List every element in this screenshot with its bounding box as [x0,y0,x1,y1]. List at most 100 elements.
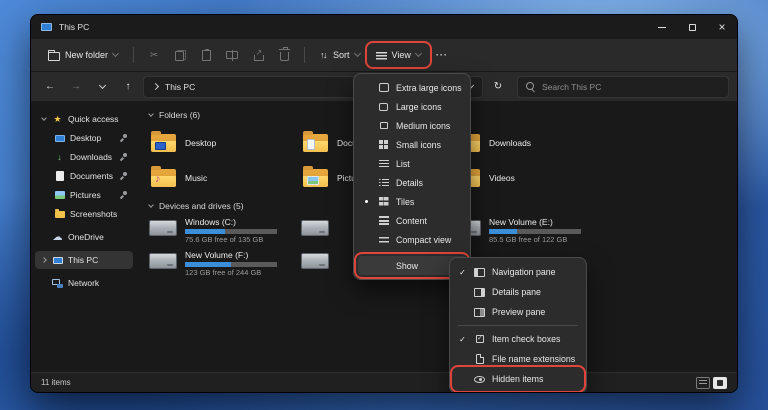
minimize-icon [658,27,666,28]
content-view-icon [379,216,389,225]
up-button[interactable] [117,76,139,98]
folder-tile-videos[interactable]: Videos [451,160,603,195]
folder-tile-desktop[interactable]: Desktop [147,125,299,160]
refresh-button[interactable] [487,76,509,98]
sort-icon [320,50,328,60]
cloud-icon [52,232,63,243]
document-icon [56,171,64,181]
sidebar-item-label: Desktop [70,133,101,143]
sidebar-item-documents[interactable]: Documents [35,167,133,185]
delete-button[interactable] [272,43,296,67]
new-folder-icon [48,52,60,61]
toolbar-divider [304,47,305,63]
sort-button[interactable]: Sort [313,45,367,65]
search-icon [526,82,536,92]
recent-locations-button[interactable] [91,76,113,98]
drive-usage-bar [489,229,581,234]
menu-item-details[interactable]: Details [358,173,466,192]
sidebar-item-pictures[interactable]: Pictures [35,186,133,204]
breadcrumb[interactable]: This PC [165,82,195,92]
sidebar-item-screenshots[interactable]: Screenshots [35,205,133,223]
more-options-button[interactable] [430,43,454,67]
copy-button[interactable] [168,43,192,67]
menu-item-large-icons[interactable]: Large icons [358,97,466,116]
menu-item-compact-view[interactable]: Compact view [358,230,466,249]
search-input[interactable] [542,82,720,92]
sidebar-item-label: Pictures [70,190,101,200]
folder-name: Desktop [185,138,216,148]
chevron-down-icon [415,50,422,57]
minimize-button[interactable] [647,15,677,39]
sort-label: Sort [333,50,350,60]
sidebar-item-quick-access[interactable]: Quick access [35,110,133,128]
medium-icons-icon [380,122,388,129]
sidebar-item-onedrive[interactable]: OneDrive [35,228,133,246]
sidebar-item-label: Network [68,278,99,288]
selected-bullet-icon [365,200,368,203]
maximize-button[interactable] [677,15,707,39]
folder-tile-downloads[interactable]: Downloads [451,125,603,160]
sidebar-item-desktop[interactable]: Desktop [35,129,133,147]
chevron-right-icon [152,83,159,90]
details-view-icon [379,178,389,187]
checkmark: ✓ [458,268,467,277]
folder-name: Downloads [489,138,531,148]
pin-icon [120,153,128,161]
drive-usage-bar [185,262,277,267]
toolbar-divider [133,47,134,63]
folder-icon [55,211,65,218]
thumbnail-view-toggle[interactable] [713,377,727,389]
star-icon [52,114,63,125]
sidebar-item-network[interactable]: Network [35,274,133,292]
details-pane-icon [474,288,485,297]
large-icons-icon [379,103,388,111]
copy-icon [175,50,186,61]
drive-tile-new-volume-f[interactable]: New Volume (F:) 123 GB free of 244 GB [147,249,299,282]
sidebar-item-label: Quick access [68,114,119,124]
drive-name: Windows (C:) [185,217,277,227]
view-label: View [392,50,411,60]
forward-button[interactable] [65,76,87,98]
menu-item-medium-icons[interactable]: Medium icons [358,116,466,135]
menu-item-tiles[interactable]: Tiles [358,192,466,211]
eye-icon [474,376,485,383]
back-button[interactable] [39,76,61,98]
cut-button[interactable] [142,43,166,67]
share-button[interactable] [246,43,270,67]
navigation-pane-icon [474,268,485,277]
details-view-toggle[interactable] [696,377,710,389]
menu-item-content[interactable]: Content [358,211,466,230]
chevron-down-icon [148,111,154,117]
drive-tile-new-volume-e[interactable]: New Volume (E:) 85.5 GB free of 122 GB [451,216,603,249]
drive-usage-bar [185,229,277,234]
menu-item-list[interactable]: List [358,154,466,173]
submenu-item-file-name-extensions[interactable]: File name extensions [454,349,582,369]
folder-tile-music[interactable]: Music [147,160,299,195]
paste-button[interactable] [194,43,218,67]
compact-view-icon [379,235,389,244]
new-folder-button[interactable]: New folder [41,45,125,66]
menu-separator [458,325,578,326]
sidebar-item-downloads[interactable]: Downloads [35,148,133,166]
submenu-item-item-check-boxes[interactable]: ✓ Item check boxes [454,329,582,349]
rename-button[interactable] [220,43,244,67]
submenu-item-hidden-items[interactable]: Hidden items [454,369,582,389]
share-icon [253,50,264,61]
hard-drive-icon [149,253,177,269]
submenu-item-details-pane[interactable]: Details pane [454,282,582,302]
close-button[interactable] [707,15,737,39]
sidebar-item-this-pc[interactable]: This PC [35,251,133,269]
titlebar: This PC [31,15,737,39]
view-button[interactable]: View [369,45,428,65]
this-pc-window-icon [41,23,52,31]
chevron-down-icon [112,50,119,57]
pictures-icon [55,191,65,199]
search-box[interactable] [517,76,729,98]
drive-tile-windows-c[interactable]: Windows (C:) 75.6 GB free of 135 GB [147,216,299,249]
menu-item-extra-large-icons[interactable]: Extra large icons [358,78,466,97]
submenu-item-preview-pane[interactable]: Preview pane [454,302,582,322]
submenu-item-navigation-pane[interactable]: ✓ Navigation pane [454,262,582,282]
drives-group-label: Devices and drives (5) [159,201,244,211]
menu-item-small-icons[interactable]: Small icons [358,135,466,154]
new-folder-label: New folder [65,50,108,60]
